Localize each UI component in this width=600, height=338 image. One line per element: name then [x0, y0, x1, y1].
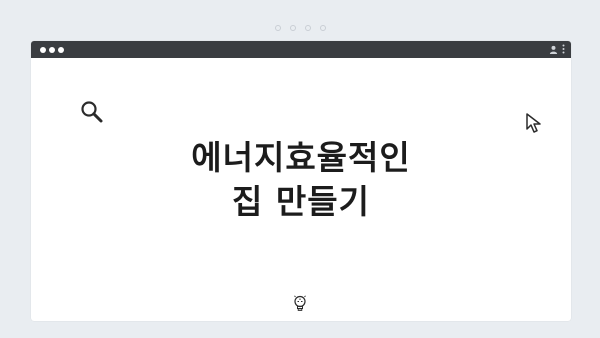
title-line-2: 집 만들기: [232, 182, 370, 221]
more-vertical-icon[interactable]: [562, 44, 565, 54]
browser-window: 에너지효율적인 집 만들기: [31, 41, 571, 321]
page-title: 에너지효율적인 집 만들기: [31, 136, 571, 224]
window-control-dot[interactable]: [58, 46, 64, 53]
page-dot: [319, 25, 326, 31]
page-dot: [289, 25, 296, 31]
window-titlebar: [31, 41, 571, 58]
window-controls: [40, 46, 64, 53]
page-dot: [304, 25, 311, 31]
window-control-dot[interactable]: [49, 46, 55, 53]
search-icon: [81, 101, 103, 123]
page-indicator: [0, 25, 600, 31]
cursor-icon: [526, 113, 541, 133]
lightbulb-icon: [294, 295, 306, 311]
user-icon[interactable]: [549, 45, 558, 54]
page-dot: [274, 25, 281, 31]
window-control-dot[interactable]: [40, 46, 46, 53]
titlebar-actions: [549, 44, 565, 54]
title-line-1: 에너지효율적인: [191, 138, 411, 177]
window-content: 에너지효율적인 집 만들기: [31, 58, 571, 321]
